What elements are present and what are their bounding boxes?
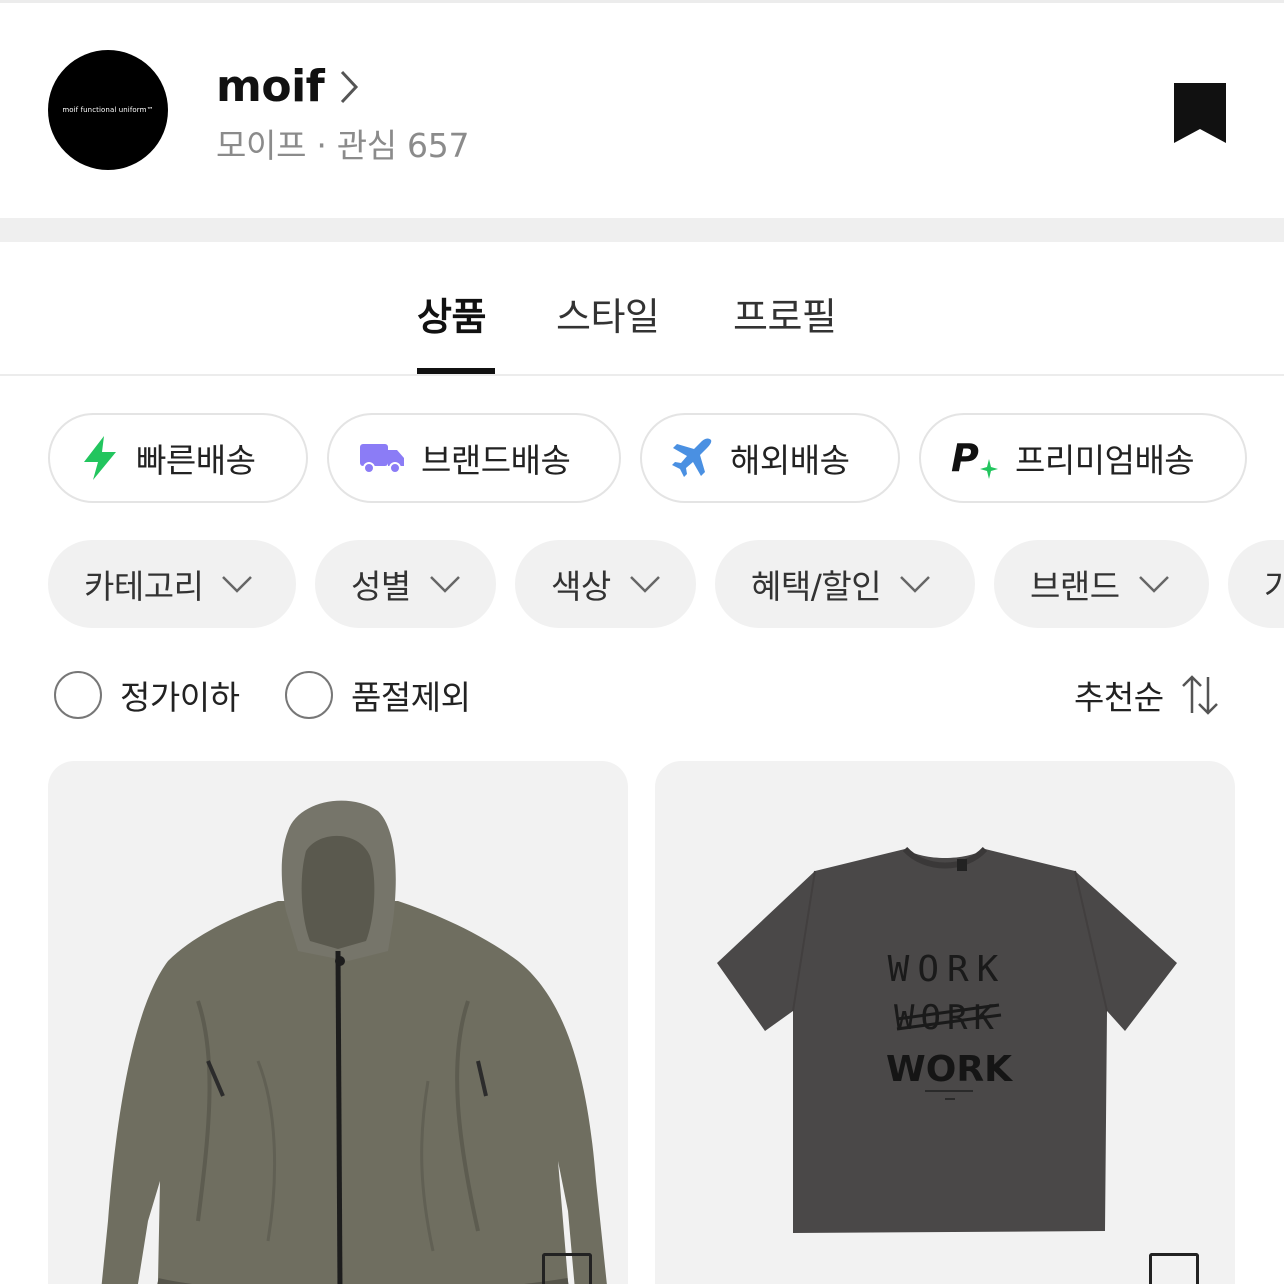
fast-delivery-chip[interactable]: 빠른배송 — [48, 413, 308, 503]
truck-icon — [359, 440, 405, 476]
tab-products[interactable]: 상품 — [417, 286, 486, 341]
chip-label: 빠른배송 — [136, 441, 256, 480]
chevron-down-icon — [1138, 574, 1170, 594]
filter-label: 브랜드 — [1030, 567, 1120, 606]
tab-profile[interactable]: 프로필 — [733, 286, 837, 341]
brand-logo-text: moif functional uniform™ — [62, 106, 154, 114]
airplane-icon — [672, 437, 714, 479]
chevron-down-icon — [429, 574, 461, 594]
filter-brand[interactable]: 브랜드 — [994, 540, 1209, 628]
chip-label: 프리미엄배송 — [1015, 441, 1195, 480]
brand-logo[interactable]: moif functional uniform™ — [48, 50, 168, 170]
chevron-down-icon — [629, 574, 661, 594]
chip-label: 해외배송 — [730, 441, 850, 480]
product-card[interactable]: WORK WORK WORK — [655, 761, 1235, 1284]
overseas-delivery-chip[interactable]: 해외배송 — [640, 413, 900, 503]
option-label: 품절제외 — [351, 678, 471, 717]
bookmark-icon[interactable] — [1172, 81, 1228, 145]
brand-subtitle: 모이프 · 관심 657 — [216, 126, 470, 165]
product-card[interactable] — [48, 761, 628, 1284]
lightning-icon — [80, 435, 120, 481]
filter-price[interactable]: 가 — [1228, 540, 1284, 628]
tshirt-print-line-3: WORK — [886, 1049, 1013, 1090]
chevron-down-icon — [221, 574, 253, 594]
chevron-down-icon — [899, 574, 931, 594]
brand-name: moif — [216, 61, 325, 112]
tab-style[interactable]: 스타일 — [556, 286, 660, 341]
sort-label: 추천순 — [1074, 678, 1164, 717]
product-bookmark-icon[interactable] — [542, 1253, 592, 1284]
brand-name-link[interactable]: moif — [216, 61, 360, 112]
product-image-tshirt: WORK WORK WORK — [717, 846, 1177, 1233]
filter-gender[interactable]: 성별 — [315, 540, 496, 628]
filter-label: 카테고리 — [84, 567, 204, 606]
sort-arrows-icon — [1180, 673, 1220, 717]
active-tab-indicator — [417, 368, 495, 374]
brand-delivery-chip[interactable]: 브랜드배송 — [327, 413, 621, 503]
chevron-right-icon — [338, 69, 360, 105]
option-label: 정가이하 — [120, 678, 240, 717]
sort-dropdown[interactable]: 추천순 — [1074, 670, 1220, 720]
premium-p-icon: P — [951, 437, 999, 479]
filter-label: 가 — [1264, 567, 1284, 606]
product-image-jacket — [101, 800, 607, 1284]
filter-label: 성별 — [351, 567, 411, 606]
svg-text:P: P — [951, 437, 979, 479]
premium-delivery-chip[interactable]: P 프리미엄배송 — [919, 413, 1247, 503]
brand-header: moif functional uniform™ moif 모이프 · 관심 6… — [0, 3, 1284, 218]
tshirt-print-line-1: WORK — [888, 949, 1007, 990]
below-retail-option[interactable]: 정가이하 — [54, 670, 240, 720]
filter-benefit-discount[interactable]: 혜택/할인 — [715, 540, 975, 628]
filter-color[interactable]: 색상 — [515, 540, 696, 628]
product-bookmark-icon[interactable] — [1149, 1253, 1199, 1284]
filter-category[interactable]: 카테고리 — [48, 540, 296, 628]
section-divider — [0, 218, 1284, 242]
filter-label: 색상 — [551, 567, 611, 606]
chip-label: 브랜드배송 — [421, 441, 571, 480]
tab-bar: 상품 스타일 프로필 — [0, 242, 1284, 376]
below-retail-radio[interactable] — [54, 671, 102, 719]
exclude-sold-out-option[interactable]: 품절제외 — [285, 670, 471, 720]
filter-label: 혜택/할인 — [751, 567, 882, 606]
exclude-sold-out-radio[interactable] — [285, 671, 333, 719]
